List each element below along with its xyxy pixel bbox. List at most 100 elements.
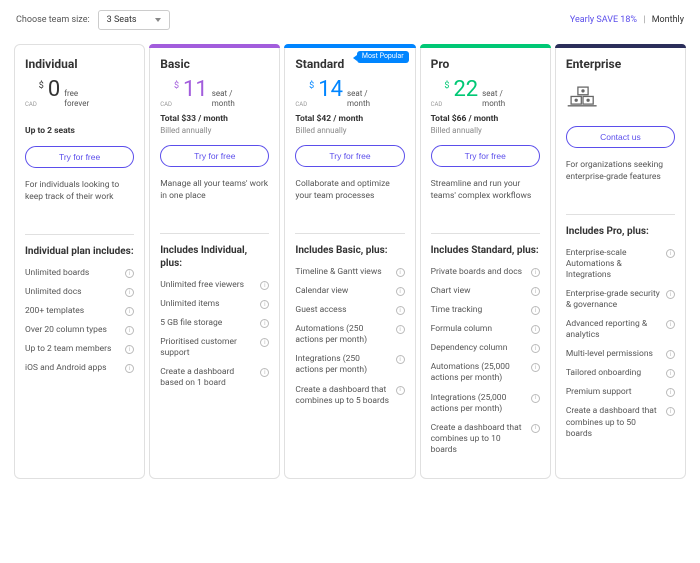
includes-title: Includes Standard, plus: (431, 244, 540, 257)
divider: | (643, 15, 645, 25)
info-icon[interactable]: i (125, 307, 134, 316)
price-unit: seat /month (347, 89, 370, 108)
info-icon[interactable]: i (531, 424, 540, 433)
team-size-select[interactable]: 3 Seats (98, 10, 170, 30)
price-unit: freeforever (64, 89, 89, 108)
billed-line: Billed annually (295, 126, 404, 135)
feature-item: Create a dashboard based on 1 board i (160, 367, 269, 389)
info-icon[interactable]: i (531, 325, 540, 334)
info-icon[interactable]: i (531, 306, 540, 315)
feature-text: Chart view (431, 286, 525, 297)
seats-line: Up to 2 seats (25, 126, 134, 136)
info-icon[interactable]: i (666, 369, 675, 378)
info-icon[interactable]: i (260, 338, 269, 347)
feature-item: Chart view i (431, 286, 540, 297)
info-icon[interactable]: i (531, 287, 540, 296)
price-amount: 0 (48, 79, 60, 101)
plan-name: Enterprise (566, 57, 675, 71)
currency-symbol: $ (444, 81, 449, 91)
info-icon[interactable]: i (531, 363, 540, 372)
plan-desc: Manage all your teams' work in one place (160, 179, 269, 219)
accent-bar (284, 44, 415, 48)
feature-text: Timeline & Gantt views (295, 267, 389, 278)
price-amount: 11 (183, 79, 208, 101)
info-icon[interactable]: i (260, 319, 269, 328)
price: CAD $11 seat /month (160, 79, 269, 108)
info-icon[interactable]: i (396, 287, 405, 296)
plan-desc: For organizations seeking enterprise-gra… (566, 160, 675, 200)
feature-item: Guest access i (295, 305, 404, 316)
feature-text: Guest access (295, 305, 389, 316)
team-size-value: 3 Seats (107, 15, 137, 25)
includes-title: Includes Pro, plus: (566, 225, 675, 238)
info-icon[interactable]: i (125, 345, 134, 354)
feature-text: Advanced reporting & analytics (566, 319, 660, 341)
price: CAD $22 seat /month (431, 79, 540, 108)
feature-item: Unlimited docsi (25, 287, 134, 298)
try-free-button[interactable]: Try for free (295, 145, 404, 167)
info-icon[interactable]: i (396, 355, 405, 364)
feature-text: Create a dashboard that combines up to 5… (295, 385, 389, 407)
try-free-button[interactable]: Try for free (160, 145, 269, 167)
info-icon[interactable]: i (125, 326, 134, 335)
info-icon[interactable]: i (531, 268, 540, 277)
feature-text: 5 GB file storage (160, 318, 254, 329)
info-icon[interactable]: i (666, 407, 675, 416)
feature-text: Create a dashboard based on 1 board (160, 367, 254, 389)
feature-text: Tailored onboarding (566, 368, 660, 379)
contact-us-button[interactable]: Contact us (566, 126, 675, 148)
feature-item: Timeline & Gantt views i (295, 267, 404, 278)
plan-name: Pro (431, 57, 540, 71)
plan-individual: Individual CAD $0 freeforever Up to 2 se… (14, 44, 145, 479)
feature-item: Tailored onboarding i (566, 368, 675, 379)
info-icon[interactable]: i (260, 300, 269, 309)
info-icon[interactable]: i (666, 350, 675, 359)
plan-pro: Pro CAD $22 seat /month Total $66 / mont… (420, 44, 551, 479)
info-icon[interactable]: i (531, 344, 540, 353)
blocks-icon (566, 85, 675, 116)
team-size-group: Choose team size: 3 Seats (16, 10, 170, 30)
feature-item: Advanced reporting & analytics i (566, 319, 675, 341)
info-icon[interactable]: i (666, 290, 675, 299)
divider (566, 214, 675, 215)
feature-text: Unlimited boards (25, 268, 119, 279)
try-free-button[interactable]: Try for free (25, 146, 134, 168)
currency-symbol: $ (174, 81, 179, 91)
feature-list: Unlimited free viewersiUnlimited itemsi5… (160, 280, 269, 397)
billing-yearly[interactable]: Yearly SAVE 18% (570, 15, 637, 25)
feature-item: Unlimited itemsi (160, 299, 269, 310)
feature-text: Enterprise-grade security & governance (566, 289, 660, 311)
info-icon[interactable]: i (125, 269, 134, 278)
try-free-button[interactable]: Try for free (431, 145, 540, 167)
feature-text: Up to 2 team members (25, 344, 119, 355)
info-icon[interactable]: i (666, 320, 675, 329)
info-icon[interactable]: i (396, 306, 405, 315)
plan-name: Individual (25, 57, 134, 71)
info-icon[interactable]: i (396, 325, 405, 334)
feature-text: Over 20 column types (25, 325, 119, 336)
feature-text: Private boards and docs (431, 267, 525, 278)
feature-item: Create a dashboard that combines up to 5… (295, 385, 404, 407)
most-popular-badge: Most Popular (357, 51, 409, 63)
info-icon[interactable]: i (666, 249, 675, 258)
billed-line: Billed annually (160, 126, 269, 135)
feature-item: Calendar viewi (295, 286, 404, 297)
info-icon[interactable]: i (396, 268, 405, 277)
billing-monthly[interactable]: Monthly (652, 15, 684, 25)
total-line: Total $42 / month (295, 114, 404, 124)
feature-item: Prioritised customer supporti (160, 337, 269, 359)
info-icon[interactable]: i (260, 281, 269, 290)
info-icon[interactable]: i (666, 388, 675, 397)
plan-standard: Most Popular Standard CAD $14 seat /mont… (284, 44, 415, 479)
info-icon[interactable]: i (125, 288, 134, 297)
info-icon[interactable]: i (396, 386, 405, 395)
price-amount: 22 (453, 79, 478, 101)
info-icon[interactable]: i (260, 368, 269, 377)
feature-text: Formula column (431, 324, 525, 335)
info-icon[interactable]: i (125, 364, 134, 373)
feature-item: Formula column i (431, 324, 540, 335)
info-icon[interactable]: i (531, 394, 540, 403)
currency-symbol: $ (39, 81, 44, 91)
team-size-label: Choose team size: (16, 15, 90, 25)
feature-item: 200+ templatesi (25, 306, 134, 317)
